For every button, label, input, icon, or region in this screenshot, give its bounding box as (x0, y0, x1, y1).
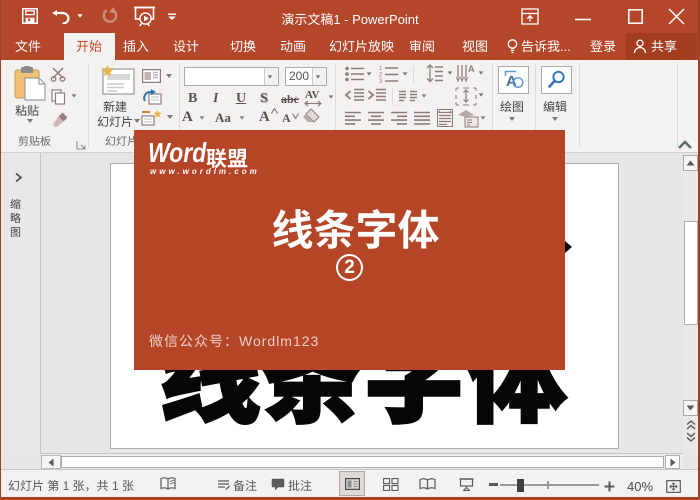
svg-text:1: 1 (379, 66, 383, 72)
svg-text:A: A (468, 64, 475, 74)
svg-text:2: 2 (379, 73, 383, 79)
svg-text:A: A (506, 73, 517, 90)
svg-text:3: 3 (379, 79, 383, 83)
